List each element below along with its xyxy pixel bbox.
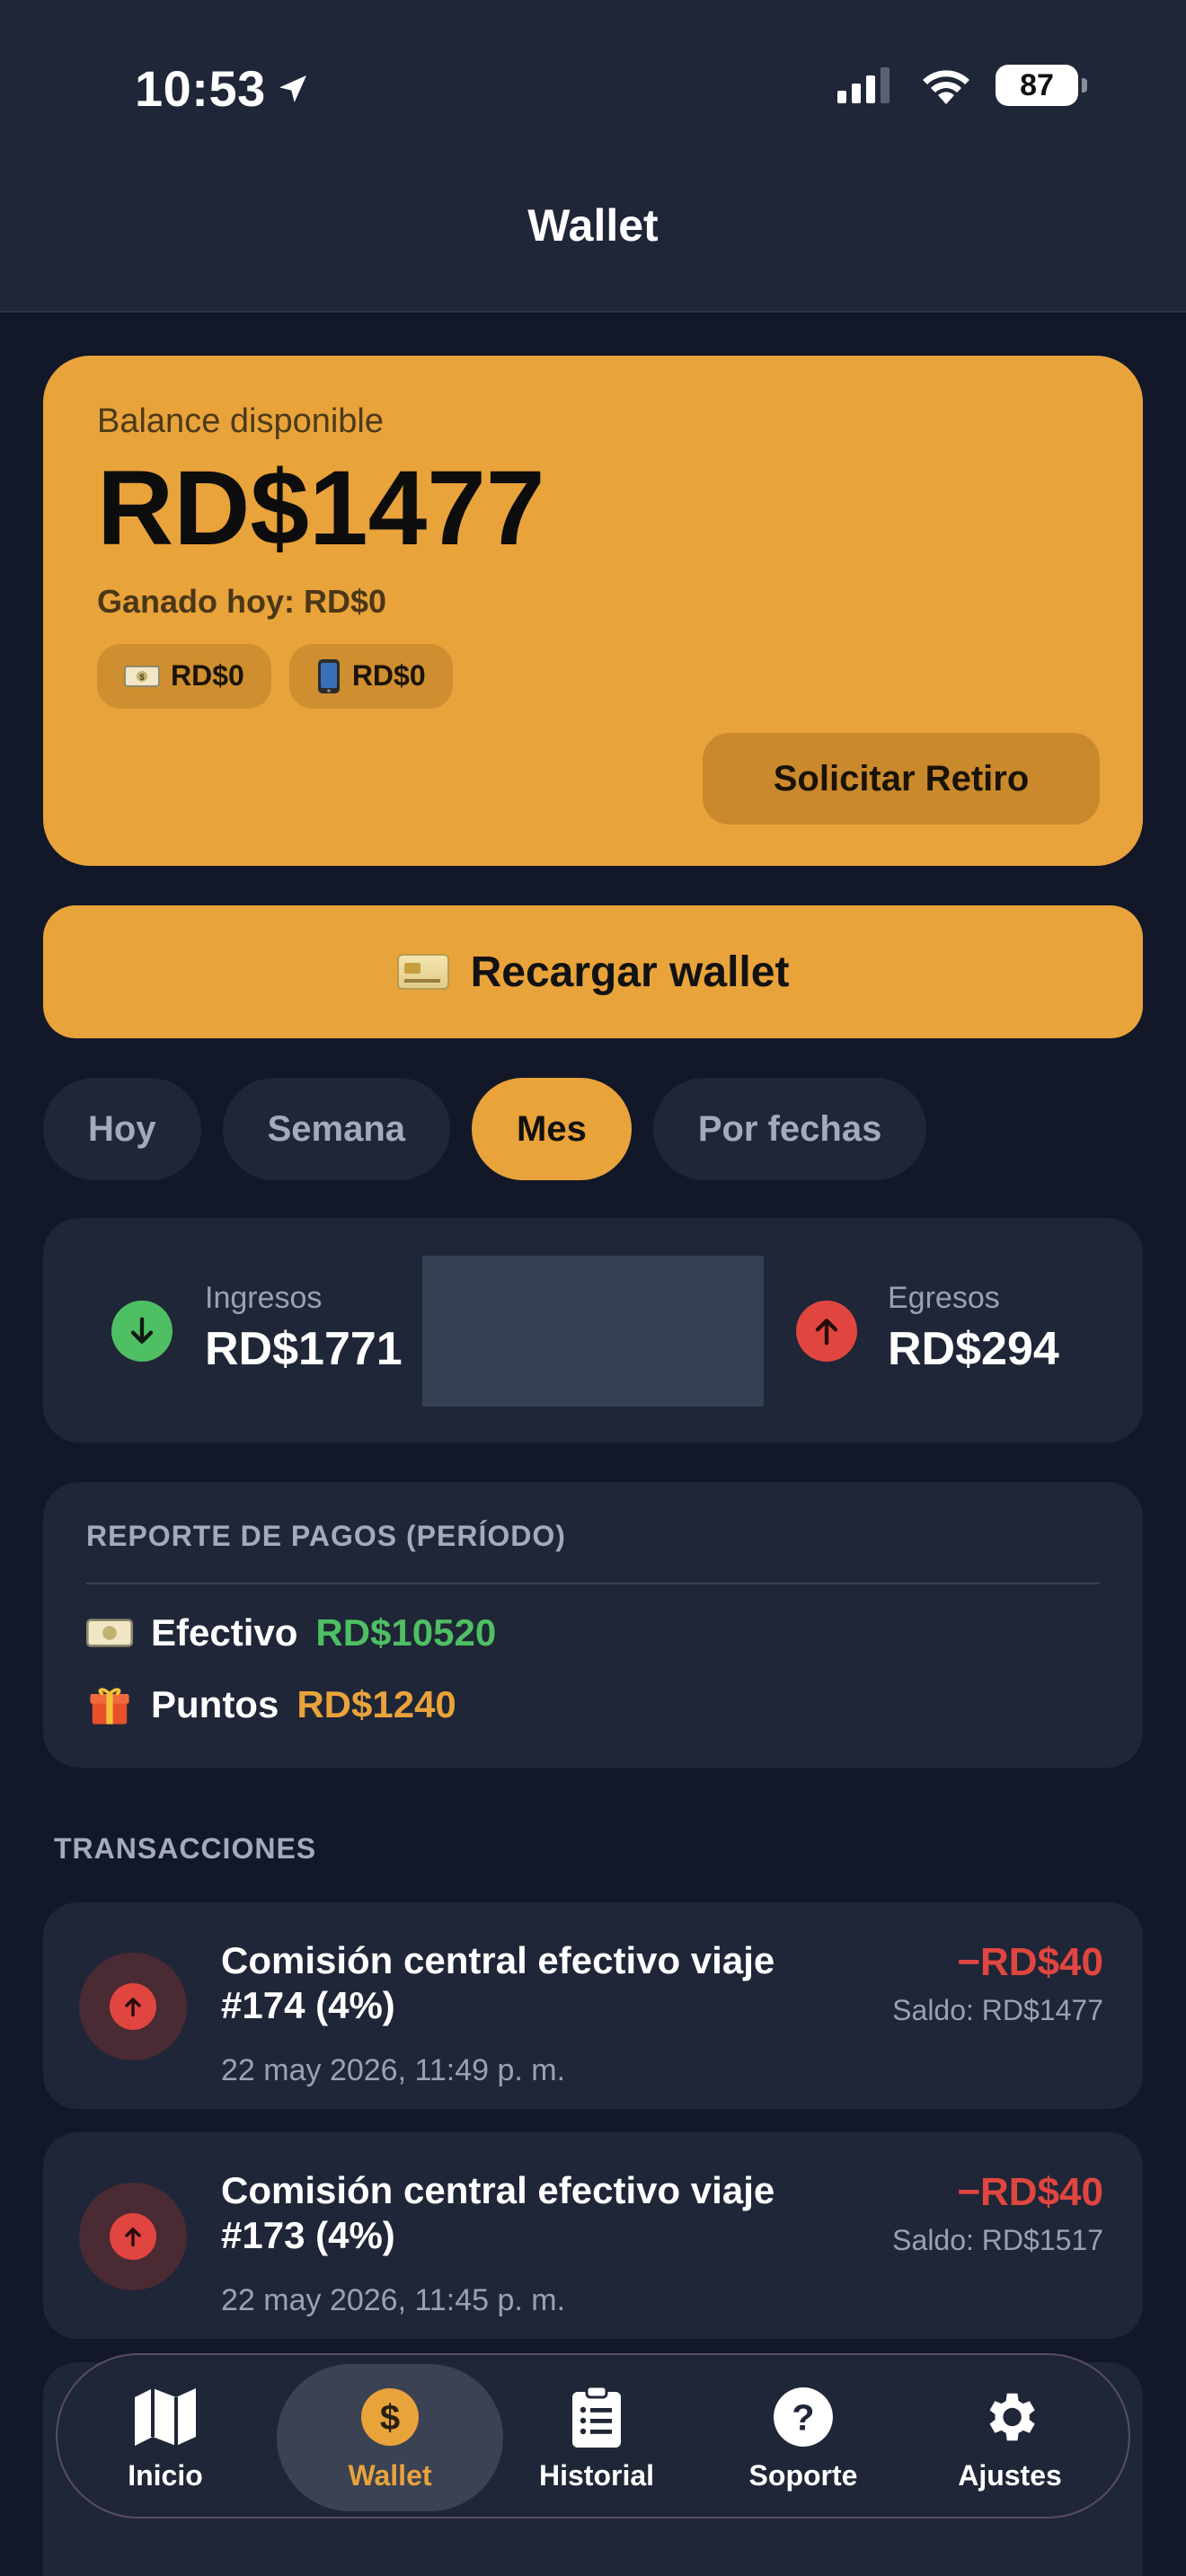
report-divider <box>86 1583 1100 1584</box>
cash-value: RD$10520 <box>315 1611 497 1654</box>
outgoing-icon <box>79 1953 187 2060</box>
status-time: 10:53 <box>135 59 311 118</box>
nav-item-wallet[interactable]: $ Wallet <box>282 2355 498 2520</box>
expense-value: RD$294 <box>888 1323 1059 1375</box>
withdraw-button[interactable]: Solicitar Retiro <box>703 733 1100 825</box>
nav-label-soporte: Soporte <box>748 2458 858 2492</box>
points-value: RD$1240 <box>296 1683 456 1725</box>
nav-item-soporte[interactable]: ? Soporte <box>695 2355 911 2520</box>
points-label: Puntos <box>151 1683 279 1725</box>
cash-chip-value: RD$0 <box>171 659 244 693</box>
recharge-label: Recargar wallet <box>470 948 790 996</box>
svg-text:$: $ <box>139 673 144 682</box>
cash-icon <box>86 1619 133 1647</box>
svg-text:$: $ <box>380 2398 400 2438</box>
balance-card: Balance disponible RD$1477 Ganado hoy: R… <box>43 356 1143 866</box>
gift-icon <box>90 1688 129 1725</box>
transaction-amount: −RD$40 <box>957 2170 1103 2214</box>
phone-chip-value: RD$0 <box>351 659 426 693</box>
balance-label: Balance disponible <box>97 402 385 440</box>
top-bar: 10:53 87 Wallet <box>0 0 1186 313</box>
income-label: Ingresos <box>205 1281 323 1315</box>
recharge-wallet-button[interactable]: Recargar wallet <box>43 905 1143 1038</box>
transaction-title: Comisión central efectivo viaje #174 (4%… <box>221 1939 775 2027</box>
report-title: REPORTE DE PAGOS (PERÍODO) <box>86 1520 566 1552</box>
help-icon: ? <box>770 2384 836 2450</box>
tab-mes[interactable]: Mes <box>472 1078 632 1180</box>
redacted-area <box>422 1256 764 1407</box>
expense-label: Egresos <box>888 1281 1000 1315</box>
report-row-points: Puntos RD$1240 <box>86 1683 456 1726</box>
outgoing-icon <box>79 2183 187 2290</box>
location-arrow-icon <box>279 75 306 102</box>
cash-chip: $ RD$0 <box>97 643 271 709</box>
balance-amount: RD$1477 <box>97 449 545 568</box>
map-icon <box>132 2384 199 2450</box>
transaction-balance: Saldo: RD$1477 <box>892 1994 1103 2026</box>
phone-icon <box>317 658 340 693</box>
cash-icon: $ <box>124 665 160 687</box>
credit-card-icon <box>396 954 449 990</box>
nav-label-historial: Historial <box>538 2458 655 2492</box>
battery-level: 87 <box>1020 67 1054 102</box>
expense-icon <box>796 1301 857 1362</box>
transaction-amount: −RD$40 <box>957 1940 1103 1984</box>
signal-icon <box>837 67 890 103</box>
tab-por-fechas[interactable]: Por fechas <box>652 1078 927 1180</box>
bottom-nav: Inicio $ Wallet Historial ? Soporte Ajus… <box>56 2353 1130 2519</box>
gear-icon <box>977 2384 1043 2450</box>
nav-item-historial[interactable]: Historial <box>489 2355 704 2520</box>
income-value: RD$1771 <box>205 1323 403 1375</box>
battery-indicator: 87 <box>996 65 1087 106</box>
balance-chips: $ RD$0 RD$0 <box>97 643 1089 709</box>
transaction-date: 22 may 2026, 11:49 p. m. <box>221 2053 566 2087</box>
period-tabs: Hoy Semana Mes Por fechas <box>43 1078 927 1180</box>
wifi-icon <box>923 70 969 104</box>
time-text: 10:53 <box>135 60 266 117</box>
clipboard-list-icon <box>563 2384 630 2450</box>
tab-hoy[interactable]: Hoy <box>43 1078 201 1180</box>
report-row-cash: Efectivo RD$10520 <box>86 1611 496 1654</box>
phone-chip: RD$0 <box>288 643 453 709</box>
nav-label-ajustes: Ajustes <box>958 2458 1062 2492</box>
transactions-header: TRANSACCIONES <box>54 1832 317 1865</box>
cash-label: Efectivo <box>151 1611 298 1654</box>
dollar-icon: $ <box>357 2384 423 2450</box>
income-expense-summary: Ingresos RD$1771 Egresos RD$294 <box>43 1218 1143 1442</box>
tab-semana[interactable]: Semana <box>222 1078 450 1180</box>
svg-text:?: ? <box>792 2396 814 2438</box>
transaction-row[interactable]: Comisión central efectivo viaje #173 (4%… <box>43 2132 1143 2339</box>
transaction-date: 22 may 2026, 11:45 p. m. <box>221 2283 566 2317</box>
payment-report: REPORTE DE PAGOS (PERÍODO) Efectivo RD$1… <box>43 1482 1143 1768</box>
transaction-row[interactable]: Comisión central efectivo viaje #174 (4%… <box>43 1902 1143 2109</box>
nav-item-ajustes[interactable]: Ajustes <box>902 2355 1118 2520</box>
transaction-balance: Saldo: RD$1517 <box>892 2224 1103 2256</box>
page-title: Wallet <box>527 200 659 251</box>
nav-label-wallet: Wallet <box>348 2458 432 2492</box>
status-icons: 87 <box>837 65 1087 106</box>
nav-item-inicio[interactable]: Inicio <box>58 2355 273 2520</box>
transaction-title: Comisión central efectivo viaje #173 (4%… <box>221 2169 775 2257</box>
earned-today: Ganado hoy: RD$0 <box>97 582 387 620</box>
income-icon <box>111 1301 173 1362</box>
nav-label-inicio: Inicio <box>128 2458 203 2492</box>
